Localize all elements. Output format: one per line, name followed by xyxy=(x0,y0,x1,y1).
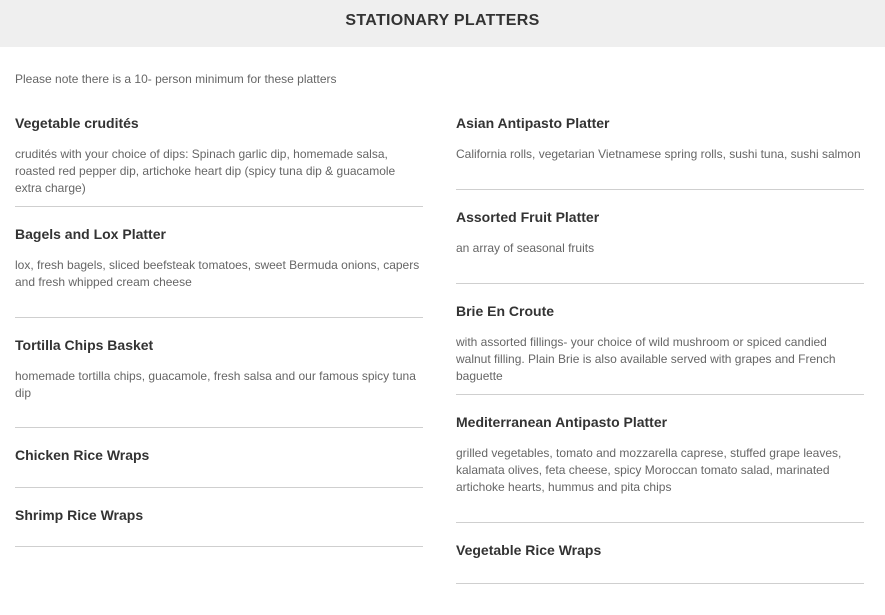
menu-item-mediterranean-antipasto: Mediterranean Antipasto Platter grilled … xyxy=(456,413,864,523)
menu-item-title: Vegetable crudités xyxy=(15,115,139,131)
page-header: STATIONARY PLATTERS xyxy=(0,0,885,47)
menu-item-description: lox, fresh bagels, sliced beefsteak toma… xyxy=(15,258,420,289)
menu-item-description: with assorted fillings- your choice of w… xyxy=(456,335,836,383)
platters-right-column: Asian Antipasto Platter California rolls… xyxy=(456,114,864,584)
menu-item-description: California rolls, vegetarian Vietnamese … xyxy=(456,147,861,161)
menu-item-tortilla-chips: Tortilla Chips Basket homemade tortilla … xyxy=(15,336,423,428)
menu-item-vegetable-crudites: Vegetable crudités crudités with your ch… xyxy=(15,114,423,207)
menu-item-brie-en-croute: Brie En Croute with assorted fillings- y… xyxy=(456,302,864,395)
menu-item-asian-antipasto: Asian Antipasto Platter California rolls… xyxy=(456,114,864,190)
menu-item-title: Assorted Fruit Platter xyxy=(456,209,600,225)
platters-left-column: Vegetable crudités crudités with your ch… xyxy=(15,114,423,547)
menu-item-title: Asian Antipasto Platter xyxy=(456,115,610,131)
menu-item-description: crudités with your choice of dips: Spina… xyxy=(15,147,396,195)
menu-item-description: an array of seasonal fruits xyxy=(456,241,595,255)
menu-item-chicken-rice-wraps: Chicken Rice Wraps xyxy=(15,446,423,488)
menu-item-bagels-lox: Bagels and Lox Platter lox, fresh bagels… xyxy=(15,225,423,318)
menu-item-title: Mediterranean Antipasto Platter xyxy=(456,414,668,430)
menu-item-title: Vegetable Rice Wraps xyxy=(456,542,602,558)
menu-item-title: Chicken Rice Wraps xyxy=(15,447,150,463)
page-title: STATIONARY PLATTERS xyxy=(345,11,540,29)
minimum-note: Please note there is a 10- person minimu… xyxy=(15,72,337,86)
menu-item-title: Tortilla Chips Basket xyxy=(15,337,154,353)
menu-item-vegetable-rice-wraps: Vegetable Rice Wraps xyxy=(456,541,864,584)
menu-item-description: homemade tortilla chips, guacamole, fres… xyxy=(15,369,416,400)
menu-item-shrimp-rice-wraps: Shrimp Rice Wraps xyxy=(15,506,423,547)
menu-item-description: grilled vegetables, tomato and mozzarell… xyxy=(456,446,842,494)
menu-item-title: Bagels and Lox Platter xyxy=(15,226,166,242)
menu-item-assorted-fruit: Assorted Fruit Platter an array of seaso… xyxy=(456,208,864,284)
menu-item-title: Brie En Croute xyxy=(456,303,555,319)
menu-item-title: Shrimp Rice Wraps xyxy=(15,507,144,523)
